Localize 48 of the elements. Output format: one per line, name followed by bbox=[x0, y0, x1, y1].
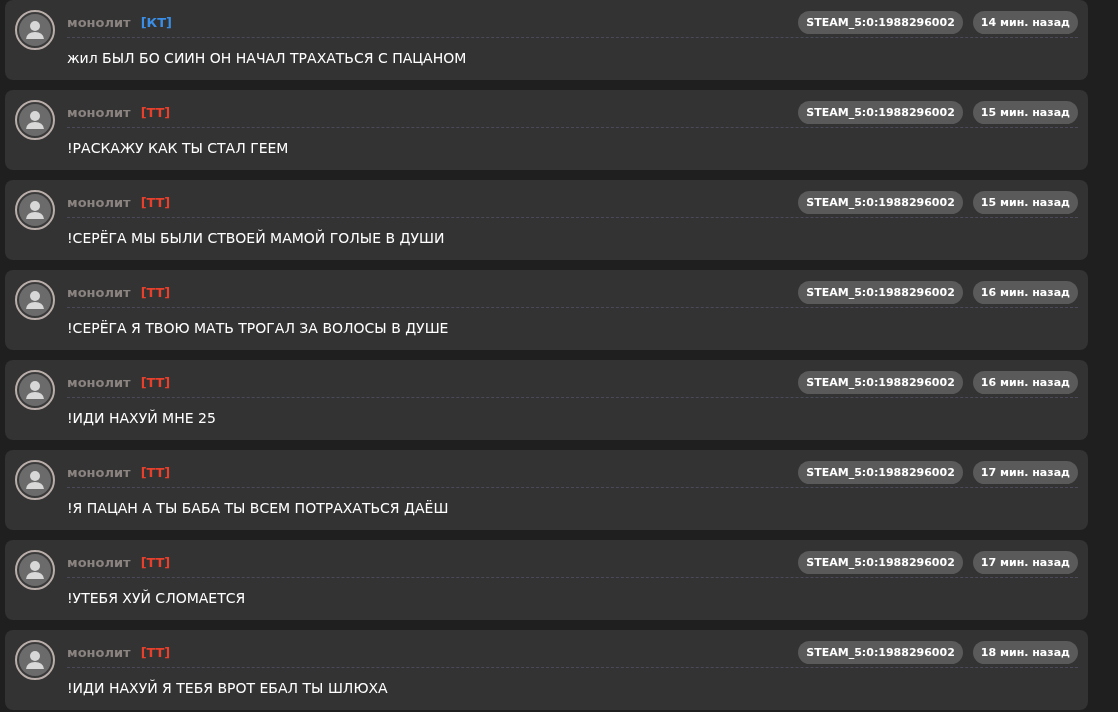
player-name: монолит bbox=[67, 15, 131, 30]
avatar-icon bbox=[15, 190, 55, 230]
player-name: монолит bbox=[67, 555, 131, 570]
timestamp: 17 мин. назад bbox=[972, 461, 1078, 484]
message-text: !УТЕБЯ ХУЙ СЛОМАЕТСЯ bbox=[67, 590, 247, 606]
team-tag: [ТТ] bbox=[140, 465, 171, 480]
player-name: монолит bbox=[67, 375, 131, 390]
team-tag: [ТТ] bbox=[140, 105, 171, 120]
player-name: монолит bbox=[67, 195, 131, 210]
avatar-icon bbox=[15, 370, 55, 410]
steam-id: STEAM_5:0:1988296002 bbox=[798, 191, 963, 214]
timestamp: 15 мин. назад bbox=[972, 191, 1078, 214]
avatar-icon bbox=[15, 640, 55, 680]
steam-id: STEAM_5:0:1988296002 bbox=[798, 101, 963, 124]
player-name: монолит bbox=[67, 105, 131, 120]
steam-id: STEAM_5:0:1988296002 bbox=[798, 641, 963, 664]
team-tag: [ТТ] bbox=[140, 375, 171, 390]
avatar-icon bbox=[15, 550, 55, 590]
steam-id: STEAM_5:0:1988296002 bbox=[798, 281, 963, 304]
team-tag: [КТ] bbox=[140, 15, 173, 30]
player-name: монолит bbox=[67, 285, 131, 300]
avatar-icon bbox=[15, 280, 55, 320]
message-text: !ИДИ НАХУЙ Я ТЕБЯ ВРОТ ЕБАЛ ТЫ ШЛЮХА bbox=[67, 680, 389, 696]
timestamp: 16 мин. назад bbox=[972, 281, 1078, 304]
message-text: жил БЫЛ БО СИИН ОН НАЧАЛ ТРАХАТЬСЯ С ПАЦАНОМ bbox=[67, 50, 468, 66]
avatar-icon bbox=[15, 100, 55, 140]
timestamp: 17 мин. назад bbox=[972, 551, 1078, 574]
message-text: !СЕРЁГА МЫ БЫЛИ СТВОЕЙ МАМОЙ ГОЛЫЕ В ДУШИ bbox=[67, 230, 446, 246]
steam-id: STEAM_5:0:1988296002 bbox=[798, 551, 963, 574]
steam-id: STEAM_5:0:1988296002 bbox=[798, 371, 963, 394]
player-name: монолит bbox=[67, 645, 131, 660]
timestamp: 15 мин. назад bbox=[972, 101, 1078, 124]
steam-id: STEAM_5:0:1988296002 bbox=[798, 461, 963, 484]
player-name: монолит bbox=[67, 465, 131, 480]
team-tag: [ТТ] bbox=[140, 285, 171, 300]
team-tag: [ТТ] bbox=[140, 195, 171, 210]
avatar-icon bbox=[15, 460, 55, 500]
message-text: !СЕРЁГА Я ТВОЮ МАТЬ ТРОГАЛ ЗА ВОЛОСЫ В ДУШЕ bbox=[67, 320, 450, 336]
message-text: !ИДИ НАХУЙ МНЕ 25 bbox=[67, 410, 217, 426]
team-tag: [ТТ] bbox=[140, 645, 171, 660]
team-tag: [ТТ] bbox=[140, 555, 171, 570]
timestamp: 14 мин. назад bbox=[972, 11, 1078, 34]
steam-id: STEAM_5:0:1988296002 bbox=[798, 11, 963, 34]
avatar-icon bbox=[15, 10, 55, 50]
message-text: !РАСКАЖУ КАК ТЫ СТАЛ ГЕЕМ bbox=[67, 140, 290, 156]
timestamp: 16 мин. назад bbox=[972, 371, 1078, 394]
timestamp: 18 мин. назад bbox=[972, 641, 1078, 664]
message-text: !Я ПАЦАН А ТЫ БАБА ТЫ ВСЕМ ПОТРАХАТЬСЯ ДАЁШ bbox=[67, 500, 450, 516]
